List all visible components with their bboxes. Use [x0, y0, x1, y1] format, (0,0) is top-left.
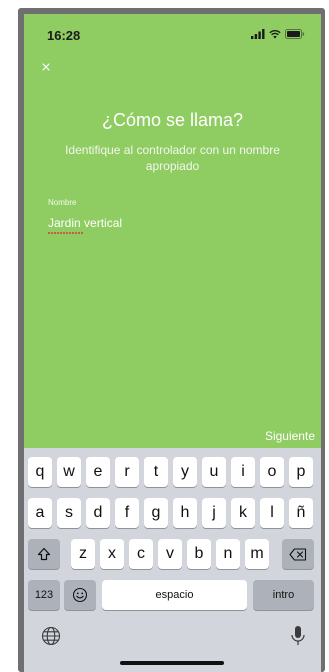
signal-icon	[251, 29, 265, 39]
key-s[interactable]: s	[57, 498, 81, 528]
battery-icon	[285, 29, 305, 39]
key-e[interactable]: e	[86, 457, 110, 487]
backspace-icon	[289, 547, 307, 561]
app-screen: 16:28 ¿Cómo se llama? Identifique al con…	[24, 14, 321, 672]
close-button[interactable]	[34, 54, 58, 78]
key-f[interactable]: f	[115, 498, 139, 528]
page-subtitle: Identifique al controlador con un nombre…	[65, 143, 280, 173]
key-n[interactable]: n	[216, 539, 240, 569]
shift-icon	[37, 547, 51, 561]
key-m[interactable]: m	[245, 539, 269, 569]
microphone-icon	[291, 626, 305, 645]
backspace-key[interactable]	[282, 539, 314, 569]
key-h[interactable]: h	[173, 498, 197, 528]
key-k[interactable]: k	[231, 498, 255, 528]
key-y[interactable]: y	[173, 457, 197, 487]
close-icon	[42, 62, 50, 71]
key-v[interactable]: v	[158, 539, 182, 569]
shift-key[interactable]	[28, 539, 60, 569]
home-indicator	[120, 661, 224, 665]
key-d[interactable]: d	[86, 498, 110, 528]
page-title: ¿Cómo se llama?	[101, 110, 244, 130]
key-r[interactable]: r	[115, 457, 139, 487]
dictation-button[interactable]	[288, 624, 308, 648]
key-t[interactable]: t	[144, 457, 168, 487]
next-button[interactable]: Siguiente	[265, 429, 315, 443]
key-u[interactable]: u	[202, 457, 226, 487]
key-w[interactable]: w	[57, 457, 81, 487]
key-o[interactable]: o	[260, 457, 284, 487]
key-c[interactable]: c	[129, 539, 153, 569]
key-b[interactable]: b	[187, 539, 211, 569]
numbers-key[interactable]: 123	[28, 580, 60, 610]
status-icons	[251, 29, 305, 39]
space-key[interactable]: espacio	[102, 580, 247, 610]
key-l[interactable]: l	[260, 498, 284, 528]
name-input[interactable]	[46, 214, 300, 232]
spellcheck-underline	[48, 232, 84, 235]
status-bar: 16:28	[24, 14, 321, 50]
key-z[interactable]: z	[71, 539, 95, 569]
return-key[interactable]: intro	[253, 580, 314, 610]
wifi-icon	[269, 29, 281, 39]
globe-button[interactable]	[40, 625, 62, 647]
key-p[interactable]: p	[289, 457, 313, 487]
status-time: 16:28	[47, 28, 81, 43]
key-j[interactable]: j	[202, 498, 226, 528]
key-x[interactable]: x	[100, 539, 124, 569]
key-i[interactable]: i	[231, 457, 255, 487]
key-n-tilde[interactable]: ñ	[289, 498, 313, 528]
emoji-icon	[72, 587, 88, 603]
globe-icon	[41, 626, 61, 646]
emoji-key[interactable]	[64, 580, 96, 610]
name-field-label: Nombre	[48, 198, 77, 207]
key-a[interactable]: a	[28, 498, 52, 528]
key-q[interactable]: q	[28, 457, 52, 487]
keyboard: q w e r t y u i o p a s d f g h j k l ñ …	[24, 448, 321, 672]
key-g[interactable]: g	[144, 498, 168, 528]
